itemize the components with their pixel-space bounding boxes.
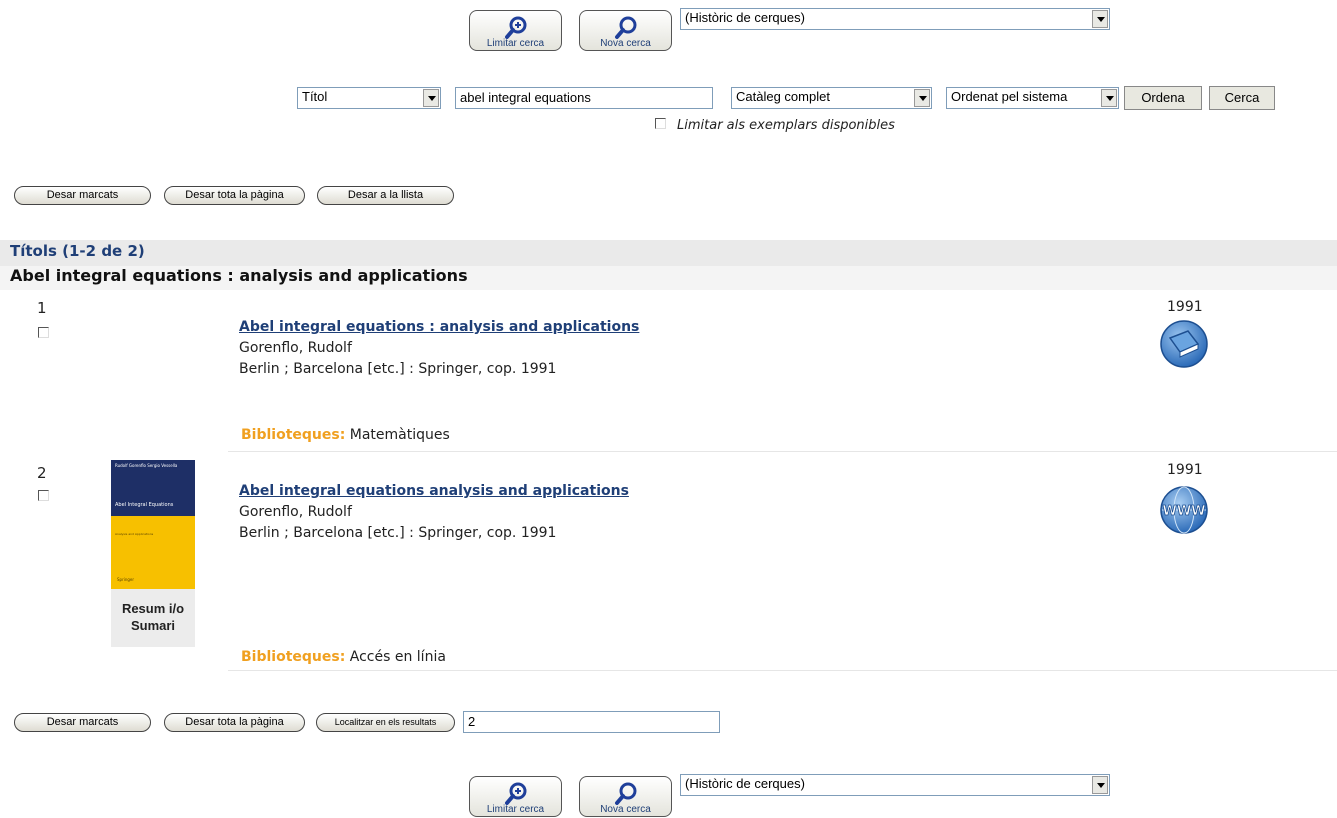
chevron-down-icon (1092, 10, 1108, 28)
book-cover-image[interactable]: Rudolf Gorenflo Sergio Vessella Abel Int… (111, 460, 195, 589)
limit-available-label: Limitar als exemplars disponibles (677, 118, 895, 133)
book-icon (1160, 320, 1208, 368)
result-divider (228, 451, 1337, 452)
new-search-button[interactable]: Nova cerca (579, 776, 672, 817)
result-year: 1991 (1167, 299, 1203, 315)
cover-subtitle: Analysis and Applications (115, 532, 154, 536)
save-marked-button[interactable]: Desar marcats (14, 713, 151, 732)
result-author: Gorenflo, Rudolf (239, 504, 352, 520)
limit-search-label: Limitar cerca (486, 38, 545, 49)
search-field-select[interactable]: Títol (297, 87, 441, 109)
group-title: Abel integral equations : analysis and a… (10, 266, 468, 285)
results-heading-band (0, 240, 1337, 266)
search-field-value: Títol (302, 89, 328, 104)
limit-search-button[interactable]: Limitar cerca (469, 10, 562, 51)
save-page-button[interactable]: Desar tota la pàgina (164, 713, 305, 732)
search-history-value: (Històric de cerques) (685, 776, 805, 791)
save-page-button[interactable]: Desar tota la pàgina (164, 186, 305, 205)
search-input[interactable]: abel integral equations (455, 87, 713, 109)
catalog-select[interactable]: Catàleg complet (731, 87, 932, 109)
result-divider (228, 670, 1337, 671)
result-title-link[interactable]: Abel integral equations : analysis and a… (239, 319, 639, 335)
sort-value: Ordenat pel sistema (951, 89, 1068, 104)
result-select-checkbox[interactable] (38, 327, 49, 338)
results-count-heading: Títols (1-2 de 2) (10, 242, 145, 260)
magnifier-icon (614, 16, 636, 39)
magnifier-plus-icon (504, 16, 526, 39)
locate-input[interactable]: 2 (463, 711, 720, 733)
www-globe-icon: WWW (1160, 486, 1208, 534)
libraries-value: Matemàtiques (349, 427, 450, 443)
search-button[interactable]: Cerca (1209, 86, 1275, 110)
limit-available-checkbox[interactable] (655, 118, 666, 129)
limit-search-button[interactable]: Limitar cerca (469, 776, 562, 817)
save-marked-button[interactable]: Desar marcats (14, 186, 151, 205)
result-number: 2 (37, 464, 47, 482)
save-to-list-button[interactable]: Desar a la llista (317, 186, 454, 205)
limit-search-label: Limitar cerca (486, 804, 545, 815)
new-search-button[interactable]: Nova cerca (579, 10, 672, 51)
result-libraries: Biblioteques: Accés en línia (241, 649, 446, 665)
cover-publisher: Springer (117, 577, 135, 582)
result-publisher: Berlin ; Barcelona [etc.] : Springer, co… (239, 525, 557, 541)
chevron-down-icon (914, 89, 930, 107)
locate-in-results-button[interactable]: Localitzar en els resultats (316, 713, 455, 732)
new-search-label: Nova cerca (600, 38, 651, 49)
sort-button[interactable]: Ordena (1124, 86, 1202, 110)
catalog-value: Catàleg complet (736, 89, 830, 104)
cover-panel: Rudolf Gorenflo Sergio Vessella Abel Int… (111, 460, 195, 647)
result-publisher: Berlin ; Barcelona [etc.] : Springer, co… (239, 361, 557, 377)
result-libraries: Biblioteques: Matemàtiques (241, 427, 450, 443)
magnifier-icon (614, 782, 636, 805)
cover-authors: Rudolf Gorenflo Sergio Vessella (115, 463, 178, 468)
summary-link[interactable]: Resum i/o Sumari (111, 600, 195, 634)
result-author: Gorenflo, Rudolf (239, 340, 352, 356)
magnifier-plus-icon (504, 782, 526, 805)
svg-text:WWW: WWW (1162, 504, 1205, 519)
sort-select[interactable]: Ordenat pel sistema (946, 87, 1119, 109)
search-history-select[interactable]: (Històric de cerques) (680, 8, 1110, 30)
result-title-link[interactable]: Abel integral equations analysis and app… (239, 483, 629, 499)
search-history-select[interactable]: (Històric de cerques) (680, 774, 1110, 796)
result-number: 1 (37, 299, 47, 317)
libraries-value: Accés en línia (349, 649, 446, 665)
result-year: 1991 (1167, 462, 1203, 478)
libraries-label: Biblioteques: (241, 427, 346, 443)
chevron-down-icon (1092, 776, 1108, 794)
result-select-checkbox[interactable] (38, 490, 49, 501)
new-search-label: Nova cerca (600, 804, 651, 815)
search-history-value: (Històric de cerques) (685, 10, 805, 25)
cover-title: Abel Integral Equations (115, 502, 174, 508)
chevron-down-icon (1101, 89, 1117, 107)
chevron-down-icon (423, 89, 439, 107)
libraries-label: Biblioteques: (241, 649, 346, 665)
